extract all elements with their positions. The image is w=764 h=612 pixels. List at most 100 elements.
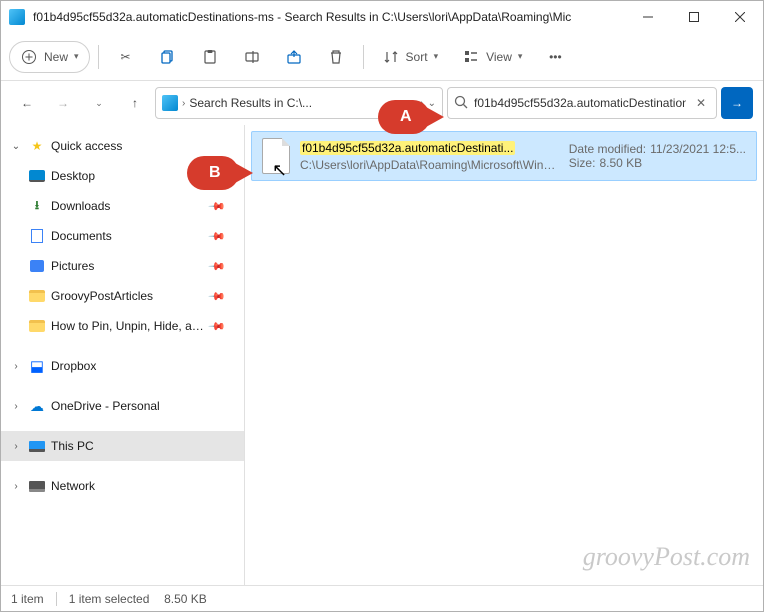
pin-icon: 📌 [208,227,227,246]
sidebar-item-this-pc[interactable]: › This PC [1,431,244,461]
sidebar-item-label: GroovyPostArticles [51,289,204,303]
star-icon: ★ [29,138,45,154]
folder-icon [29,318,45,334]
sidebar-item-label: Quick access [51,139,236,153]
sidebar-item-downloads[interactable]: ⭳ Downloads 📌 [1,191,244,221]
sidebar-item-documents[interactable]: Documents 📌 [1,221,244,251]
documents-icon [29,228,45,244]
search-input[interactable] [474,96,686,110]
rename-button[interactable] [233,41,271,73]
search-result-item[interactable]: f01b4d95cf55d32a.automaticDestinati... C… [251,131,757,181]
navigation-pane: ⌄ ★ Quick access Desktop 📌 ⭳ Downloads 📌… [1,125,245,585]
plus-circle-icon [20,48,38,66]
view-button[interactable]: View ▾ [452,41,532,73]
copy-button[interactable] [149,41,187,73]
chevron-down-icon: ▾ [434,51,439,62]
result-filename: f01b4d95cf55d32a.automaticDestinati... [300,141,515,155]
clear-search-button[interactable]: ✕ [692,96,710,110]
file-explorer-window: f01b4d95cf55d32a.automaticDestinations-m… [0,0,764,612]
back-button[interactable]: ← [11,87,43,119]
app-icon [9,9,25,25]
sidebar-item-label: How to Pin, Unpin, Hide, and [51,319,204,333]
sort-label: Sort [406,50,428,64]
sidebar-item-onedrive[interactable]: › ☁ OneDrive - Personal [1,391,244,421]
chevron-right-icon[interactable]: › [9,401,23,412]
status-selected-count: 1 item selected [69,592,150,606]
result-path: C:\Users\lori\AppData\Roaming\Microsoft\… [300,158,559,172]
delete-button[interactable] [317,41,355,73]
search-box[interactable]: ✕ [447,87,717,119]
ellipsis-icon: ••• [546,48,564,66]
pin-icon: 📌 [208,287,227,306]
up-button[interactable]: ↑ [119,87,151,119]
toolbar: New ▾ ✂ Sort ▾ View ▾ ••• [1,33,763,81]
search-go-button[interactable]: → [721,87,753,119]
dropbox-icon: ⬓ [29,358,45,374]
sidebar-item-groovypostarticles[interactable]: GroovyPostArticles 📌 [1,281,244,311]
desktop-icon [29,168,45,184]
date-modified-label: Date modified: [569,142,646,156]
pin-icon: 📌 [208,257,227,276]
status-item-count: 1 item [11,592,44,606]
new-button[interactable]: New ▾ [9,41,90,73]
trash-icon [327,48,345,66]
new-label: New [44,50,68,64]
sidebar-item-label: Dropbox [51,359,236,373]
sidebar-item-label: Desktop [51,169,204,183]
search-icon [454,95,468,112]
clipboard-icon [201,48,219,66]
result-info: f01b4d95cf55d32a.automaticDestinati... C… [300,141,559,172]
annotation-a: A [378,100,430,134]
body-area: ⌄ ★ Quick access Desktop 📌 ⭳ Downloads 📌… [1,125,763,585]
sidebar-item-network[interactable]: › Network [1,471,244,501]
status-bar: 1 item 1 item selected 8.50 KB [1,585,763,611]
result-meta: Date modified:11/23/2021 12:5... Size:8.… [569,142,746,170]
sidebar-item-pictures[interactable]: Pictures 📌 [1,251,244,281]
recent-locations-button[interactable]: ⌄ [83,87,115,119]
status-selected-size: 8.50 KB [164,592,207,606]
chevron-right-icon[interactable]: › [9,441,23,452]
paste-button[interactable] [191,41,229,73]
sidebar-item-dropbox[interactable]: › ⬓ Dropbox [1,351,244,381]
cut-button[interactable]: ✂ [107,41,145,73]
separator [363,45,364,69]
chevron-down-icon[interactable]: ⌄ [9,141,23,152]
close-button[interactable] [717,1,763,33]
share-icon [285,48,303,66]
rename-icon [243,48,261,66]
separator [56,592,57,606]
sidebar-item-label: Documents [51,229,204,243]
computer-icon [29,438,45,454]
pin-icon: 📌 [208,317,227,336]
minimize-button[interactable] [625,1,671,33]
titlebar: f01b4d95cf55d32a.automaticDestinations-m… [1,1,763,33]
scissors-icon: ✂ [117,48,135,66]
more-button[interactable]: ••• [536,41,574,73]
forward-button[interactable]: → [47,87,79,119]
sidebar-item-label: Pictures [51,259,204,273]
sort-button[interactable]: Sort ▾ [372,41,449,73]
share-button[interactable] [275,41,313,73]
window-title: f01b4d95cf55d32a.automaticDestinations-m… [33,10,625,24]
search-results-pane: f01b4d95cf55d32a.automaticDestinati... C… [245,125,763,585]
sidebar-item-how-to-pin[interactable]: How to Pin, Unpin, Hide, and 📌 [1,311,244,341]
window-controls [625,1,763,33]
folder-icon [29,288,45,304]
chevron-right-icon: › [182,98,185,109]
view-icon [462,48,480,66]
sidebar-item-label: Downloads [51,199,204,213]
sidebar-item-label: OneDrive - Personal [51,399,236,413]
chevron-right-icon[interactable]: › [9,481,23,492]
sidebar-item-label: This PC [51,439,236,453]
chevron-down-icon: ▾ [74,51,79,62]
separator [98,45,99,69]
view-label: View [486,50,512,64]
maximize-button[interactable] [671,1,717,33]
downloads-icon: ⭳ [29,198,45,214]
network-icon [29,478,45,494]
copy-icon [159,48,177,66]
search-location-icon [162,95,178,111]
sort-icon [382,48,400,66]
pictures-icon [29,258,45,274]
chevron-right-icon[interactable]: › [9,361,23,372]
